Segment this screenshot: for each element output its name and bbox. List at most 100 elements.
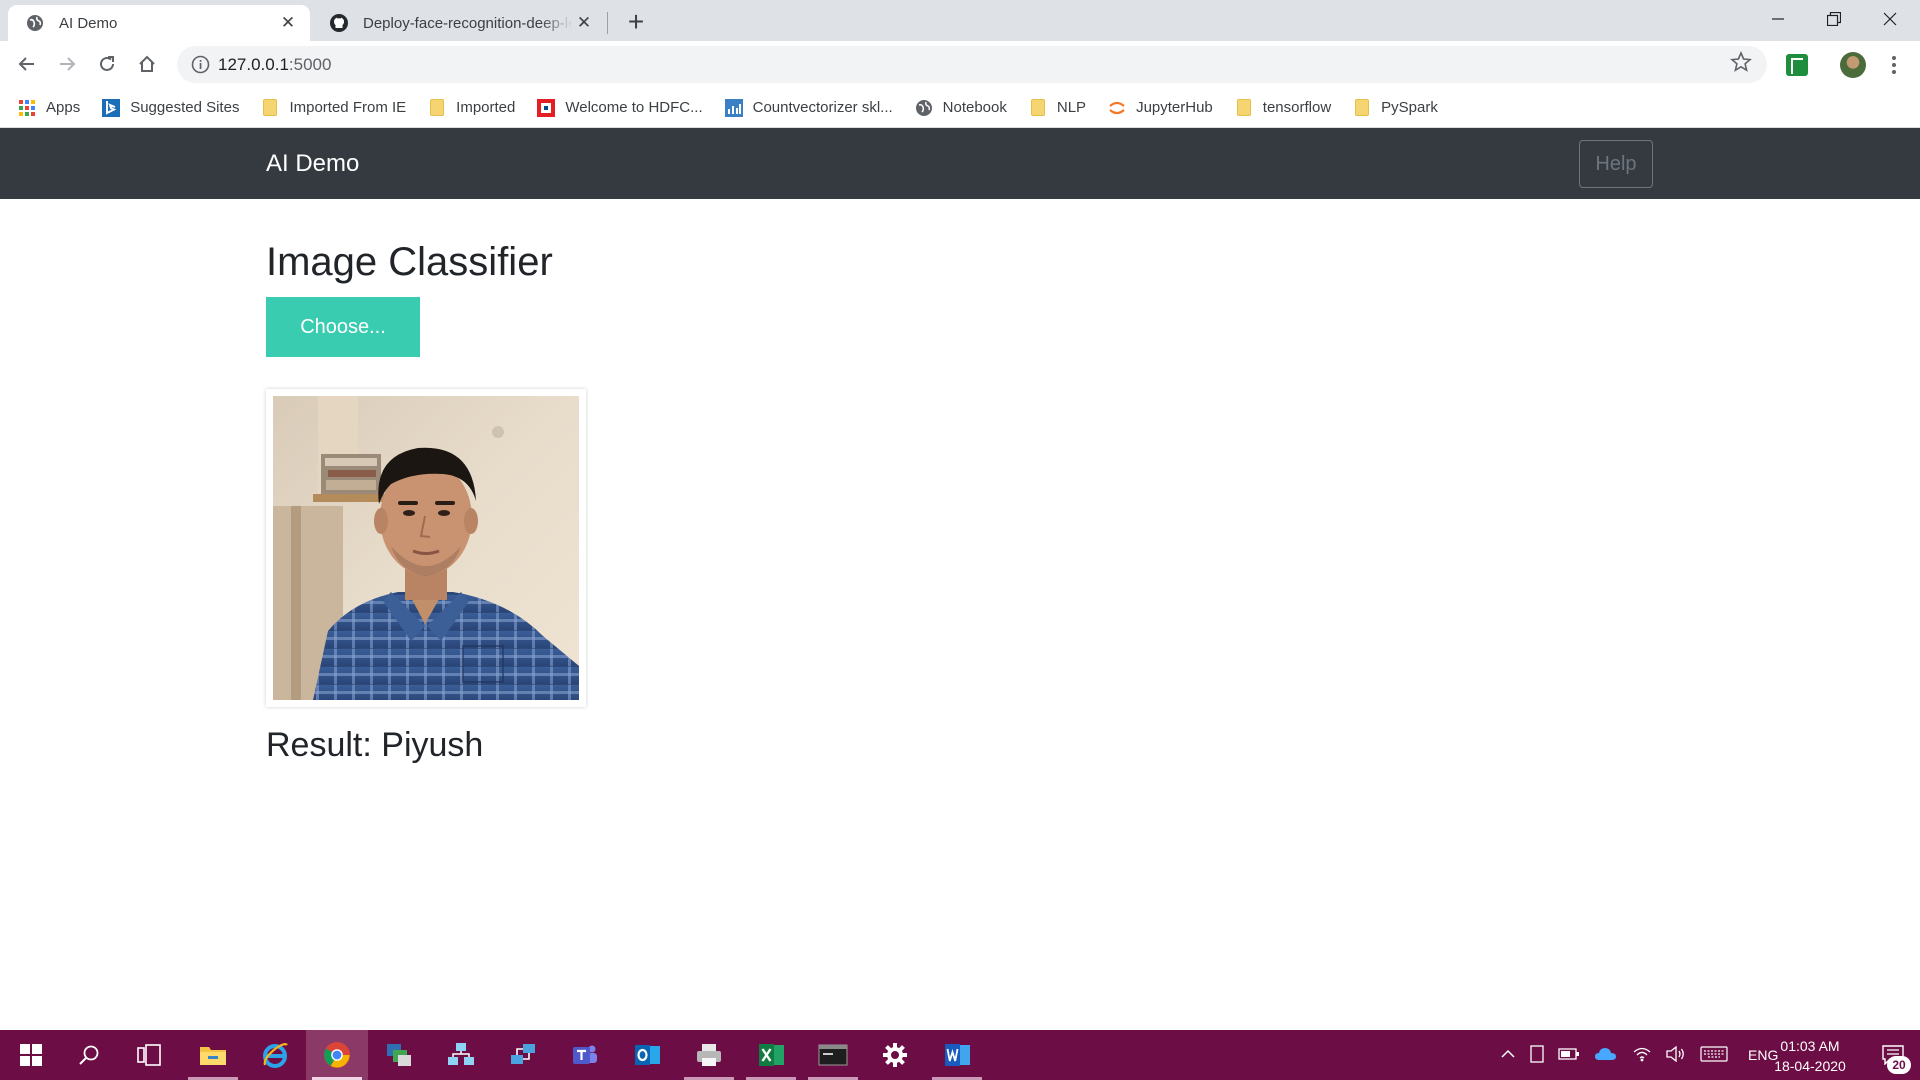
onedrive-icon[interactable]	[1594, 1046, 1618, 1065]
bookmark-label: NLP	[1056, 99, 1087, 116]
restore-window-button[interactable]	[1806, 0, 1862, 38]
tab-separator	[607, 12, 608, 34]
bookmark-label: JupyterHub	[1136, 99, 1213, 116]
bookmark-label: Notebook	[942, 99, 1007, 116]
tablet-icon[interactable]	[1530, 1044, 1544, 1066]
bookmark-imported[interactable]: Imported	[428, 99, 515, 117]
bookmark-apps[interactable]: Apps	[18, 99, 80, 117]
bookmark-label: Countvectorizer skl...	[752, 99, 893, 116]
clock[interactable]: 01:03 AM 18-04-2020	[1760, 1036, 1860, 1076]
bookmark-label: Apps	[46, 99, 81, 116]
chrome-icon[interactable]	[306, 1030, 368, 1080]
bookmark-label: Imported	[456, 99, 516, 116]
folder-icon	[1029, 99, 1047, 117]
sklearn-icon	[724, 98, 743, 117]
help-button[interactable]: Help	[1579, 140, 1653, 188]
chevron-up-icon[interactable]	[1500, 1046, 1516, 1065]
clock-date: 18-04-2020	[1774, 1058, 1846, 1074]
clock-time: 01:03 AM	[1780, 1038, 1840, 1054]
internet-explorer-icon[interactable]	[244, 1030, 306, 1080]
close-window-button[interactable]	[1862, 0, 1918, 38]
folder-icon	[428, 99, 446, 117]
reload-button[interactable]	[90, 47, 124, 81]
github-icon	[329, 13, 349, 33]
back-arrow-icon	[18, 57, 34, 71]
prediction-result: Result: Piyush	[266, 726, 484, 764]
bookmark-label: Imported From IE	[289, 99, 407, 116]
bookmark-label: tensorflow	[1262, 99, 1332, 116]
task-view-icon[interactable]	[118, 1030, 180, 1080]
bookmark-hdfc[interactable]: Welcome to HDFC...	[537, 98, 703, 117]
folder-icon	[261, 99, 279, 117]
bookmark-suggested-sites[interactable]: Suggested Sites	[102, 98, 240, 117]
apps-grid-icon	[18, 99, 36, 117]
globe-icon	[25, 13, 45, 33]
printer-app-icon[interactable]	[678, 1030, 740, 1080]
bookmark-notebook[interactable]: Notebook	[915, 99, 1007, 117]
windows-start-icon[interactable]	[0, 1030, 62, 1080]
globe-icon	[915, 99, 933, 117]
keyboard-icon[interactable]	[1700, 1045, 1728, 1065]
bookmark-jupyterhub[interactable]: JupyterHub	[1108, 99, 1213, 117]
system-tray: ENG	[1500, 1030, 1778, 1080]
minimize-window-button[interactable]	[1750, 0, 1806, 38]
battery-icon[interactable]	[1558, 1047, 1580, 1064]
file-explorer-icon[interactable]	[182, 1030, 244, 1080]
profile-avatar[interactable]	[1840, 52, 1866, 78]
word-icon[interactable]	[926, 1030, 988, 1080]
app-stack-icon[interactable]	[368, 1030, 430, 1080]
site-info-icon[interactable]	[191, 55, 210, 74]
folder-icon	[1353, 99, 1371, 117]
bookmarks-bar: Apps Suggested Sites Imported From IE Im…	[0, 88, 1920, 128]
bing-icon	[102, 98, 121, 117]
teams-icon[interactable]	[554, 1030, 616, 1080]
wifi-icon[interactable]	[1632, 1046, 1652, 1065]
bookmark-star-icon[interactable]	[1730, 51, 1752, 73]
hdfc-icon	[537, 98, 556, 117]
bookmark-nlp[interactable]: NLP	[1029, 99, 1086, 117]
reload-icon	[100, 56, 114, 71]
extension-icon[interactable]	[1786, 54, 1808, 76]
tab-title: Deploy-face-recognition-deep-le	[363, 14, 572, 32]
terminal-icon[interactable]	[802, 1030, 864, 1080]
home-icon	[139, 55, 155, 72]
folder-icon	[1235, 99, 1253, 117]
page-title: Image Classifier	[266, 240, 553, 284]
new-tab-button[interactable]: +	[622, 6, 650, 37]
browser-menu-icon[interactable]	[1884, 51, 1904, 79]
tab-github[interactable]: Deploy-face-recognition-deep-le ✕	[312, 5, 606, 41]
bookmark-pyspark[interactable]: PySpark	[1353, 99, 1438, 117]
bookmark-tensorflow[interactable]: tensorflow	[1235, 99, 1331, 117]
navbar-brand[interactable]: AI Demo	[266, 150, 359, 178]
network-app-icon[interactable]	[430, 1030, 492, 1080]
person-photo	[273, 396, 579, 700]
close-tab-icon[interactable]: ✕	[572, 11, 596, 35]
bookmark-label: PySpark	[1381, 99, 1438, 116]
settings-gear-icon[interactable]	[864, 1030, 926, 1080]
browser-toolbar: 127.0.0.1:5000	[0, 41, 1920, 88]
tab-title: AI Demo	[59, 14, 118, 32]
back-button[interactable]	[10, 47, 44, 81]
notification-count-badge: 20	[1887, 1056, 1911, 1074]
browser-tab-strip: AI Demo ✕ Deploy-face-recognition-deep-l…	[0, 0, 1920, 41]
choose-file-button[interactable]: Choose...	[266, 297, 420, 357]
address-bar[interactable]: 127.0.0.1:5000	[177, 46, 1767, 83]
outlook-icon[interactable]	[616, 1030, 678, 1080]
forward-button[interactable]	[50, 47, 84, 81]
jupyter-icon	[1108, 99, 1126, 117]
app-navbar: AI Demo Help	[0, 128, 1920, 199]
bookmark-imported-from-ie[interactable]: Imported From IE	[261, 99, 406, 117]
bookmark-countvectorizer[interactable]: Countvectorizer skl...	[724, 98, 893, 117]
bookmark-label: Suggested Sites	[130, 99, 240, 116]
close-tab-icon[interactable]: ✕	[276, 11, 300, 35]
tab-ai-demo[interactable]: AI Demo ✕	[8, 5, 310, 41]
excel-icon[interactable]	[740, 1030, 802, 1080]
search-icon[interactable]	[58, 1030, 120, 1080]
volume-icon[interactable]	[1666, 1045, 1686, 1065]
uploaded-image-preview	[266, 389, 586, 707]
forward-arrow-icon	[60, 57, 76, 71]
windows-taskbar: ENG 01:03 AM 18-04-2020 20	[0, 1030, 1920, 1080]
address-url[interactable]: 127.0.0.1:5000	[218, 55, 331, 75]
remote-desktop-icon[interactable]	[492, 1030, 554, 1080]
home-button[interactable]	[130, 47, 164, 81]
